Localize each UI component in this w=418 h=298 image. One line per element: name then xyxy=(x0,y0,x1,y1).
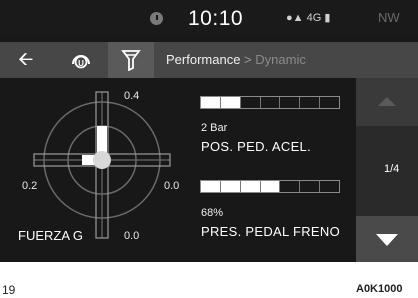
bar-segment xyxy=(241,97,261,108)
gforce-target-graphic xyxy=(33,91,171,239)
breadcrumb-current: Dynamic xyxy=(255,52,306,67)
scroll-down-button[interactable] xyxy=(356,216,418,262)
status-time: 10:10 xyxy=(188,7,244,30)
bar-segment xyxy=(260,181,281,192)
accel-value: 2 Bar xyxy=(201,122,228,134)
bar-segment xyxy=(300,181,321,192)
signal-icon: ●▲ xyxy=(286,12,304,24)
bar-segment xyxy=(261,97,281,108)
gforce-title: FUERZA G xyxy=(18,228,84,243)
page-indicator: 1/4 xyxy=(384,163,400,175)
gforce-top-value: 0.4 xyxy=(124,90,140,102)
filter-button[interactable] xyxy=(108,42,154,78)
breadcrumb-section[interactable]: Performance xyxy=(166,52,240,67)
gforce-left-value: 0.2 xyxy=(22,180,38,192)
accel-label: POS. PED. ACEL. xyxy=(201,139,311,154)
bar-segment xyxy=(201,97,221,108)
filter-icon xyxy=(121,50,141,71)
gforce-bottom-value: 0.0 xyxy=(124,230,140,242)
nav-bar: 🡨 U Performance > Dynamic xyxy=(0,42,418,78)
bar-segment xyxy=(201,181,221,192)
footer-code: A0K1000 xyxy=(356,283,403,295)
svg-text:U: U xyxy=(78,59,84,68)
clock-icon xyxy=(150,12,163,25)
triangle-down-icon xyxy=(376,234,398,246)
bar-segment xyxy=(280,181,301,192)
display-screen: 10:10 ●▲ 4G ▮ NW 🡨 U Performance > Dynam… xyxy=(0,0,418,262)
status-bar: 10:10 ●▲ 4G ▮ NW xyxy=(0,0,418,36)
brake-value: 68% xyxy=(201,207,224,219)
brake-segment-bar xyxy=(200,180,340,193)
bar-segment xyxy=(320,181,339,192)
bar-segment xyxy=(300,97,321,108)
bar-segment xyxy=(320,97,339,108)
accel-segment-bar xyxy=(200,96,340,109)
breadcrumb-separator: > xyxy=(244,52,252,67)
battery-icon: ▮ xyxy=(324,12,331,24)
breadcrumb: Performance > Dynamic xyxy=(166,52,306,67)
brake-label: PRES. PEDAL FRENO xyxy=(201,224,340,239)
back-arrow-icon[interactable]: 🡨 xyxy=(18,50,33,70)
network-type: 4G xyxy=(306,12,322,24)
bar-segment xyxy=(220,97,241,108)
bar-segment xyxy=(280,97,301,108)
network-indicator: ●▲ 4G ▮ xyxy=(286,11,330,24)
gear-hold-icon[interactable]: U xyxy=(68,48,94,74)
gforce-right-value: 0.0 xyxy=(164,180,180,192)
triangle-up-icon xyxy=(378,97,396,106)
user-id: NW xyxy=(378,10,400,25)
scroll-up-button[interactable] xyxy=(356,78,418,126)
footer-page-number: 19 xyxy=(2,283,16,297)
bar-segment xyxy=(220,181,241,192)
bar-segment xyxy=(240,181,261,192)
gforce-up-fill xyxy=(97,126,107,154)
